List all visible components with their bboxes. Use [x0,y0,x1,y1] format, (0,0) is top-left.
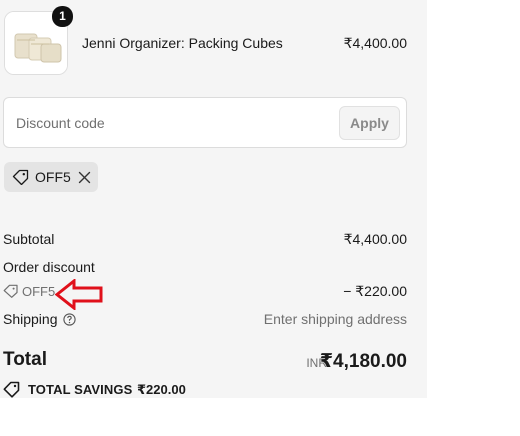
shipping-value: Enter shipping address [263,311,407,327]
total-savings-value: ₹220.00 [137,382,186,397]
close-icon[interactable] [78,171,91,184]
order-summary-panel: 1 Jenni Organizer: Packing Cubes ₹4,400.… [0,0,427,398]
tag-icon [3,284,18,298]
order-discount-value: − ₹220.00 [343,283,407,299]
tag-icon [12,169,29,185]
subtotal-label: Subtotal [3,231,55,247]
applied-code-label: OFF5 [35,169,71,185]
order-discount-code: OFF5 [22,284,56,299]
quantity-badge: 1 [52,6,73,27]
product-name: Jenni Organizer: Packing Cubes [82,35,283,51]
apply-button[interactable]: Apply [339,106,400,140]
tag-icon [3,381,20,398]
product-price: ₹4,400.00 [343,35,407,51]
total-value: ₹4,180.00 [319,351,407,372]
total-label: Total [3,349,47,370]
order-discount-label: Order discount [3,259,95,275]
help-icon[interactable] [63,313,76,326]
total-savings-label: TOTAL SAVINGS [28,382,133,397]
shipping-label: Shipping [3,311,58,327]
red-arrow-annotation [55,279,103,310]
subtotal-value: ₹4,400.00 [343,231,407,247]
discount-code-box: Apply [3,97,407,148]
applied-discount-chip: OFF5 [4,162,98,192]
discount-code-input[interactable] [5,99,335,146]
